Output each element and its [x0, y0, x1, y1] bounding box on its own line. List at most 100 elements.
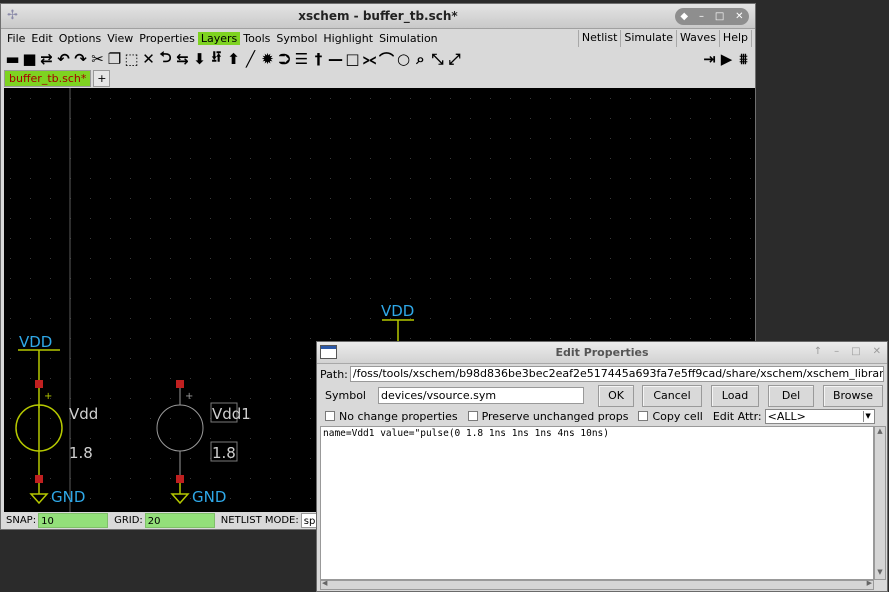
snap-input[interactable]: 10: [38, 513, 109, 528]
source2-value: 1.8: [212, 444, 236, 462]
dialog-minimize-icon[interactable]: –: [834, 346, 839, 357]
preserve-checkbox[interactable]: [467, 411, 478, 421]
dropdown-arrow-icon[interactable]: ▼: [862, 410, 873, 422]
symbol-label: Symbol: [325, 389, 366, 402]
rect-icon[interactable]: □: [344, 49, 361, 69]
maximize-icon[interactable]: □: [715, 11, 724, 22]
source1-value: 1.8: [69, 444, 93, 462]
edit-attr-value: <ALL>: [767, 409, 806, 423]
menu-bar: File Edit Options View Properties Layers…: [4, 30, 752, 47]
grid-label: GRID:: [114, 515, 143, 526]
path-field[interactable]: /foss/tools/xschem/b98d836be3bec2eaf2e51…: [349, 366, 884, 382]
arc-icon[interactable]: ⌒: [378, 49, 395, 69]
paste-icon[interactable]: ⬚: [123, 49, 140, 69]
menu-simulation[interactable]: Simulation: [376, 32, 441, 45]
tab-buffer-tb[interactable]: buffer_tb.sch*: [4, 70, 92, 87]
polygon-icon[interactable]: ⪥: [361, 49, 378, 69]
insert-symbol-icon[interactable]: ⮊: [276, 49, 293, 69]
zoom-out-icon[interactable]: ⤡: [429, 49, 446, 69]
title-bar[interactable]: ✢ xschem - buffer_tb.sch* ◆ – □ ✕: [1, 4, 755, 29]
load-button[interactable]: Load: [711, 385, 759, 407]
search-icon[interactable]: ⌕: [412, 49, 429, 69]
path-row: Path: /foss/tools/xschem/b98d836be3bec2e…: [320, 366, 884, 382]
properties-textarea[interactable]: name=Vdd1 value="pulse(0 1.8 1ns 1ns 1ns…: [320, 426, 874, 580]
minimize-icon[interactable]: –: [699, 11, 704, 22]
descend-symbol-icon[interactable]: ⭿: [208, 48, 225, 69]
source2-name: Vdd1: [212, 405, 251, 423]
zoom-in-icon[interactable]: ⤢: [446, 49, 463, 69]
simulate-icon[interactable]: ▶: [718, 49, 735, 69]
move-icon[interactable]: ⮌: [157, 48, 174, 69]
circle-icon[interactable]: ○: [395, 49, 412, 69]
edit-attr-label: Edit Attr:: [712, 409, 762, 423]
cut-icon[interactable]: ✂: [89, 49, 106, 69]
menu-simulate[interactable]: Simulate: [620, 30, 677, 47]
symbol-field[interactable]: devices/vsource.sym: [378, 387, 584, 404]
del-button[interactable]: Del: [768, 385, 814, 407]
close-icon[interactable]: ✕: [735, 11, 743, 22]
scroll-right-icon[interactable]: ▶: [867, 579, 872, 587]
pin-window-icon[interactable]: ◆: [680, 11, 688, 22]
menu-view[interactable]: View: [104, 32, 136, 45]
menu-layers[interactable]: Layers: [197, 32, 241, 45]
snap-label: SNAP:: [6, 515, 37, 526]
netlist-icon[interactable]: ☰: [293, 49, 310, 69]
line-icon[interactable]: —: [327, 49, 344, 69]
menu-properties[interactable]: Properties: [136, 32, 198, 45]
menu-symbol[interactable]: Symbol: [273, 32, 320, 45]
menu-waves[interactable]: Waves: [676, 30, 720, 47]
redo-icon[interactable]: ↷: [72, 49, 89, 69]
dialog-title: Edit Properties: [555, 346, 649, 359]
edit-attr-select[interactable]: <ALL> ▼: [764, 408, 875, 424]
scroll-down-icon[interactable]: ▼: [875, 568, 885, 579]
delete-icon[interactable]: ✕: [140, 49, 157, 69]
menu-netlist[interactable]: Netlist: [577, 30, 622, 47]
browse-button[interactable]: Browse: [823, 385, 883, 407]
pin-bottom-2: [176, 475, 184, 483]
dialog-close-icon[interactable]: ✕: [873, 346, 881, 357]
menu-highlight[interactable]: Highlight: [320, 32, 376, 45]
duplicate-icon[interactable]: ⇆: [174, 49, 191, 69]
scroll-left-icon[interactable]: ◀: [322, 579, 327, 587]
no-change-option[interactable]: No change properties: [325, 410, 458, 423]
descend-icon[interactable]: ⬇: [191, 49, 208, 69]
highlight-icon[interactable]: ✹: [259, 49, 276, 69]
reload-icon[interactable]: ⇄: [38, 49, 55, 69]
undo-icon[interactable]: ↶: [55, 49, 72, 69]
dialog-maximize-icon[interactable]: □: [851, 346, 860, 357]
netlist-export-icon[interactable]: ⇥: [701, 49, 718, 69]
menu-file[interactable]: File: [4, 32, 28, 45]
pin-icon[interactable]: †: [310, 49, 327, 69]
dialog-title-bar[interactable]: Edit Properties ↑ – □ ✕: [317, 342, 887, 364]
gnd-label-2: GND: [192, 488, 226, 506]
menu-tools[interactable]: Tools: [240, 32, 273, 45]
horizontal-scrollbar[interactable]: ◀ ▶: [320, 579, 874, 590]
go-up-icon[interactable]: ⬆: [225, 49, 242, 69]
copy-cell-option[interactable]: Copy cell: [638, 409, 703, 423]
grid-input[interactable]: 20: [144, 513, 215, 528]
menu-help[interactable]: Help: [718, 30, 752, 47]
save-icon[interactable]: ■: [21, 49, 38, 69]
ok-button[interactable]: OK: [598, 385, 634, 407]
waves-icon[interactable]: ⩩: [735, 49, 752, 69]
edit-properties-dialog: Edit Properties ↑ – □ ✕ Path: /foss/tool…: [316, 341, 888, 592]
preserve-option[interactable]: Preserve unchanged props: [467, 409, 629, 423]
window-title: xschem - buffer_tb.sch*: [298, 9, 458, 23]
copy-icon[interactable]: ❐: [106, 49, 123, 69]
preserve-label: Preserve unchanged props: [481, 409, 629, 423]
new-tab-button[interactable]: +: [93, 70, 111, 87]
scroll-up-icon[interactable]: ▲: [875, 427, 885, 438]
no-change-checkbox[interactable]: [325, 411, 335, 421]
draw-wire-icon[interactable]: ╱: [242, 49, 259, 69]
open-folder-icon[interactable]: ▬: [4, 49, 21, 69]
cancel-button[interactable]: Cancel: [642, 385, 702, 407]
keep-above-icon[interactable]: ↑: [814, 346, 822, 357]
copy-cell-checkbox[interactable]: [638, 411, 649, 421]
menu-edit[interactable]: Edit: [28, 32, 55, 45]
source1-name: Vdd: [69, 405, 98, 423]
vertical-scrollbar[interactable]: ▲ ▼: [874, 426, 886, 580]
pin-bottom-1: [35, 475, 43, 483]
pin-top-1: [35, 380, 43, 388]
menu-options[interactable]: Options: [56, 32, 104, 45]
copy-cell-label: Copy cell: [652, 409, 703, 423]
